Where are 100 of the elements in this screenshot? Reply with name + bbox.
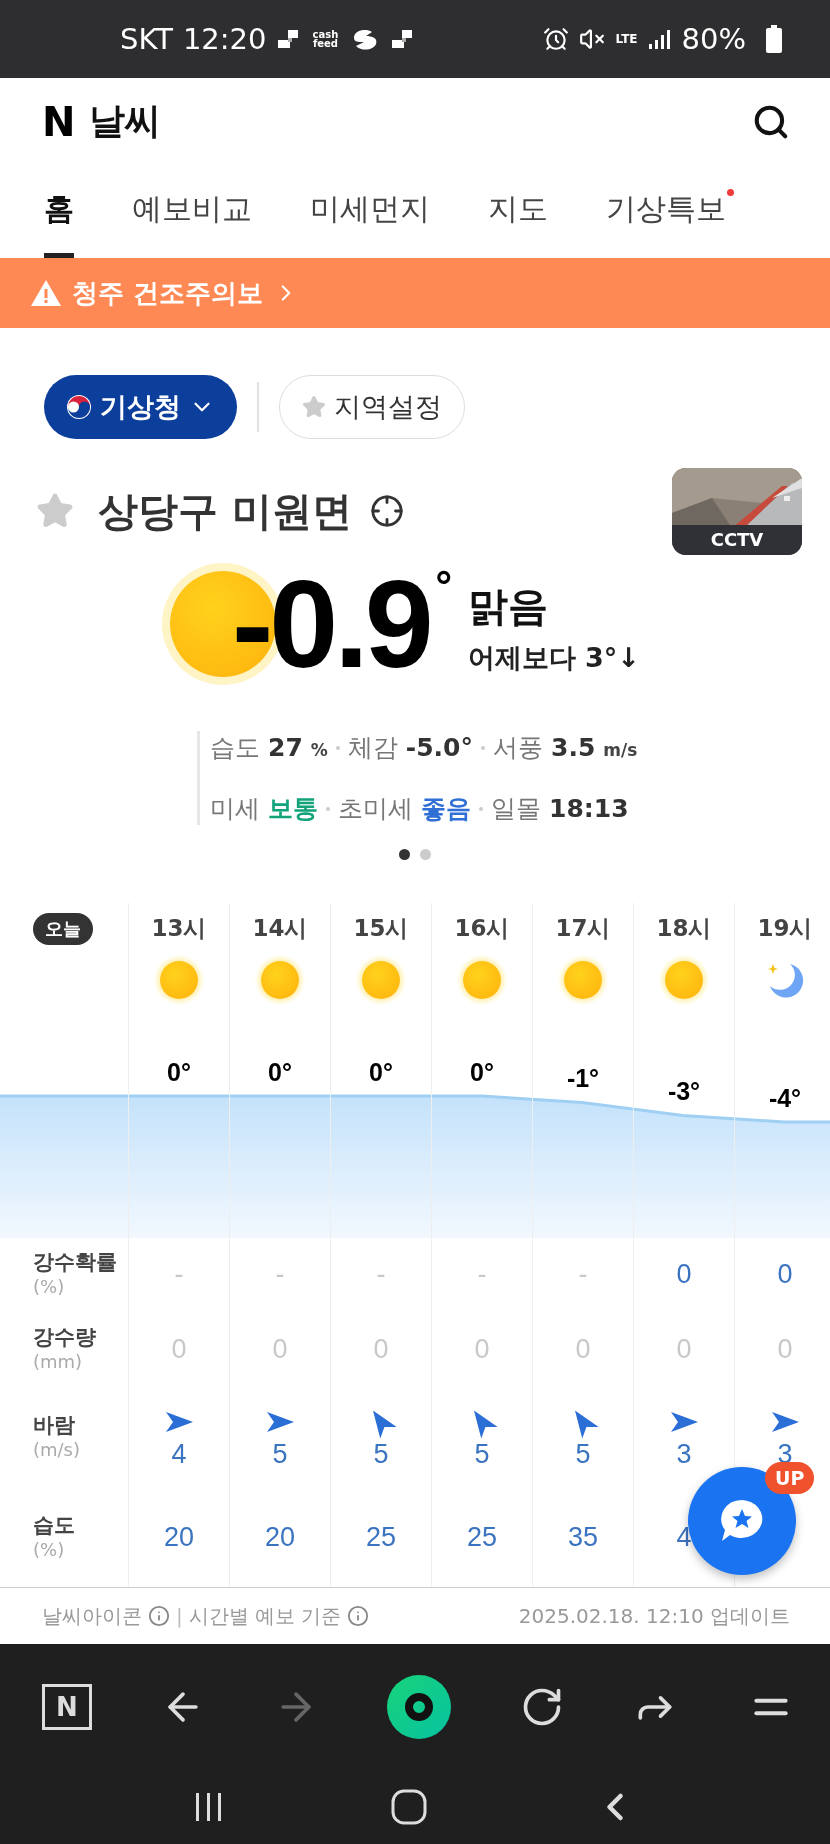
battery-icon xyxy=(766,25,782,53)
humidity-value: 35 xyxy=(567,1521,598,1553)
page-dot[interactable] xyxy=(399,849,410,860)
tab[interactable]: 기상특보 xyxy=(606,165,726,258)
alarm-icon xyxy=(543,26,570,52)
source-dropdown[interactable]: 기상청 xyxy=(44,375,237,439)
hour-label: 18시 xyxy=(656,914,712,943)
detail-value: 27 xyxy=(268,733,303,762)
clock: 12:20 xyxy=(182,22,267,56)
humidity-value: 25 xyxy=(466,1521,497,1553)
taegeuk-icon xyxy=(66,394,92,420)
hour-label: 15시 xyxy=(353,914,409,943)
update-time: 2025.02.18. 12:10 업데이트 xyxy=(518,1602,790,1630)
detail-label: 일몰 xyxy=(491,793,541,825)
logo: N xyxy=(42,98,76,145)
row-unit: (m/s) xyxy=(33,1438,82,1460)
home-icon xyxy=(390,1788,428,1826)
page-title: 날씨 xyxy=(89,99,162,143)
precipitation-chance: - xyxy=(275,1259,285,1291)
sun-icon xyxy=(261,961,299,1000)
detail-label: 체감 xyxy=(347,732,398,764)
home-nav-button[interactable] xyxy=(390,1788,428,1826)
yesterday-comparison: 어제보다 3°↓ xyxy=(467,641,640,675)
hour-label: 16시 xyxy=(454,914,510,943)
hour-label: 19시 xyxy=(757,914,813,943)
hour-temperature: -4° xyxy=(768,1083,802,1114)
region-settings-button[interactable]: 지역설정 xyxy=(279,375,465,439)
network-type: LTE xyxy=(615,32,638,46)
today-label: 오늘 xyxy=(33,913,93,945)
home-button[interactable]: N xyxy=(42,1684,92,1730)
signal-icon xyxy=(647,28,672,50)
detail-label: 습도 xyxy=(210,732,260,764)
sun-icon xyxy=(564,961,602,1000)
detail-value: 보통 xyxy=(268,793,318,825)
detail-label: 초미세 xyxy=(338,793,413,825)
sun-icon xyxy=(665,961,703,1000)
favorite-star-icon[interactable] xyxy=(36,492,74,530)
info-icon[interactable] xyxy=(347,1605,370,1627)
location-name: 상당구 미원면 xyxy=(98,486,352,536)
detail-label: 미세 xyxy=(210,793,260,825)
sun-icon xyxy=(160,961,198,1000)
alert-text: 청주 건조주의보 xyxy=(72,276,264,310)
humidity-value: 20 xyxy=(163,1521,194,1553)
hour-label: 17시 xyxy=(555,914,611,943)
hour-temperature: 0° xyxy=(167,1057,191,1088)
hour-temperature: 0° xyxy=(369,1057,393,1088)
wind-speed: 5 xyxy=(272,1438,288,1470)
update-badge: UP xyxy=(765,1462,815,1494)
humidity-value: 4 xyxy=(676,1521,692,1553)
row-label: 강수확률 xyxy=(33,1249,118,1276)
hour-temperature: -1° xyxy=(566,1064,600,1095)
detail-unit: % xyxy=(310,740,328,760)
cctv-thumbnail[interactable]: CCTV xyxy=(672,467,802,555)
battery-percent: 80% xyxy=(681,22,746,56)
precipitation-chance: - xyxy=(477,1259,487,1291)
precipitation-chance: - xyxy=(174,1259,184,1291)
sun-icon xyxy=(463,961,501,1000)
precipitation-chance: - xyxy=(376,1259,386,1291)
page-dot[interactable] xyxy=(420,849,431,860)
wind-speed: 4 xyxy=(171,1438,187,1470)
detail-label: 서풍 xyxy=(493,732,543,764)
humidity-value: 25 xyxy=(365,1521,396,1553)
notification-icon xyxy=(390,28,415,50)
hour-label: 14시 xyxy=(252,914,308,943)
tab[interactable]: 지도 xyxy=(488,165,548,258)
detail-unit: m/s xyxy=(603,740,638,760)
detail-value: 3.5 xyxy=(551,733,596,762)
hour-temperature: 0° xyxy=(268,1057,292,1088)
app-notification-icon: cash feed xyxy=(310,30,341,48)
mute-icon xyxy=(579,26,606,52)
detail-value: -5.0° xyxy=(405,733,473,762)
hour-temperature: 0° xyxy=(470,1057,494,1088)
hour-temperature: -3° xyxy=(667,1077,701,1108)
row-label: 습도 xyxy=(33,1511,76,1539)
row-unit: (%) xyxy=(33,1538,66,1560)
precipitation-chance: 0 xyxy=(676,1259,692,1291)
precipitation-chance: - xyxy=(578,1259,588,1291)
wind-speed: 5 xyxy=(575,1438,591,1470)
separator: | xyxy=(176,1604,183,1628)
cctv-label: CCTV xyxy=(672,524,802,555)
row-label: 바람 xyxy=(33,1411,76,1439)
weather-condition: 맑음 xyxy=(467,582,549,631)
row-label: 강수량 xyxy=(33,1324,97,1351)
tab[interactable]: 예보비교 xyxy=(132,165,252,258)
precipitation-chance: 0 xyxy=(777,1259,793,1291)
ring-icon xyxy=(404,1692,434,1722)
star-icon xyxy=(302,395,326,419)
location-target-icon[interactable] xyxy=(369,494,404,528)
sun-icon xyxy=(362,961,400,1000)
detail-value: 18:13 xyxy=(549,794,629,823)
humidity-value: 20 xyxy=(264,1521,295,1553)
detail-value: 좋음 xyxy=(421,793,471,825)
row-unit: (mm) xyxy=(33,1351,84,1372)
info-icon[interactable] xyxy=(148,1605,170,1627)
wind-speed: 3 xyxy=(676,1438,692,1470)
carrier: SKT xyxy=(120,22,173,56)
wind-speed: 5 xyxy=(373,1438,389,1470)
hour-label: 13시 xyxy=(151,914,207,943)
notification-icon xyxy=(276,28,301,50)
tab[interactable]: 미세먼지 xyxy=(310,165,430,258)
